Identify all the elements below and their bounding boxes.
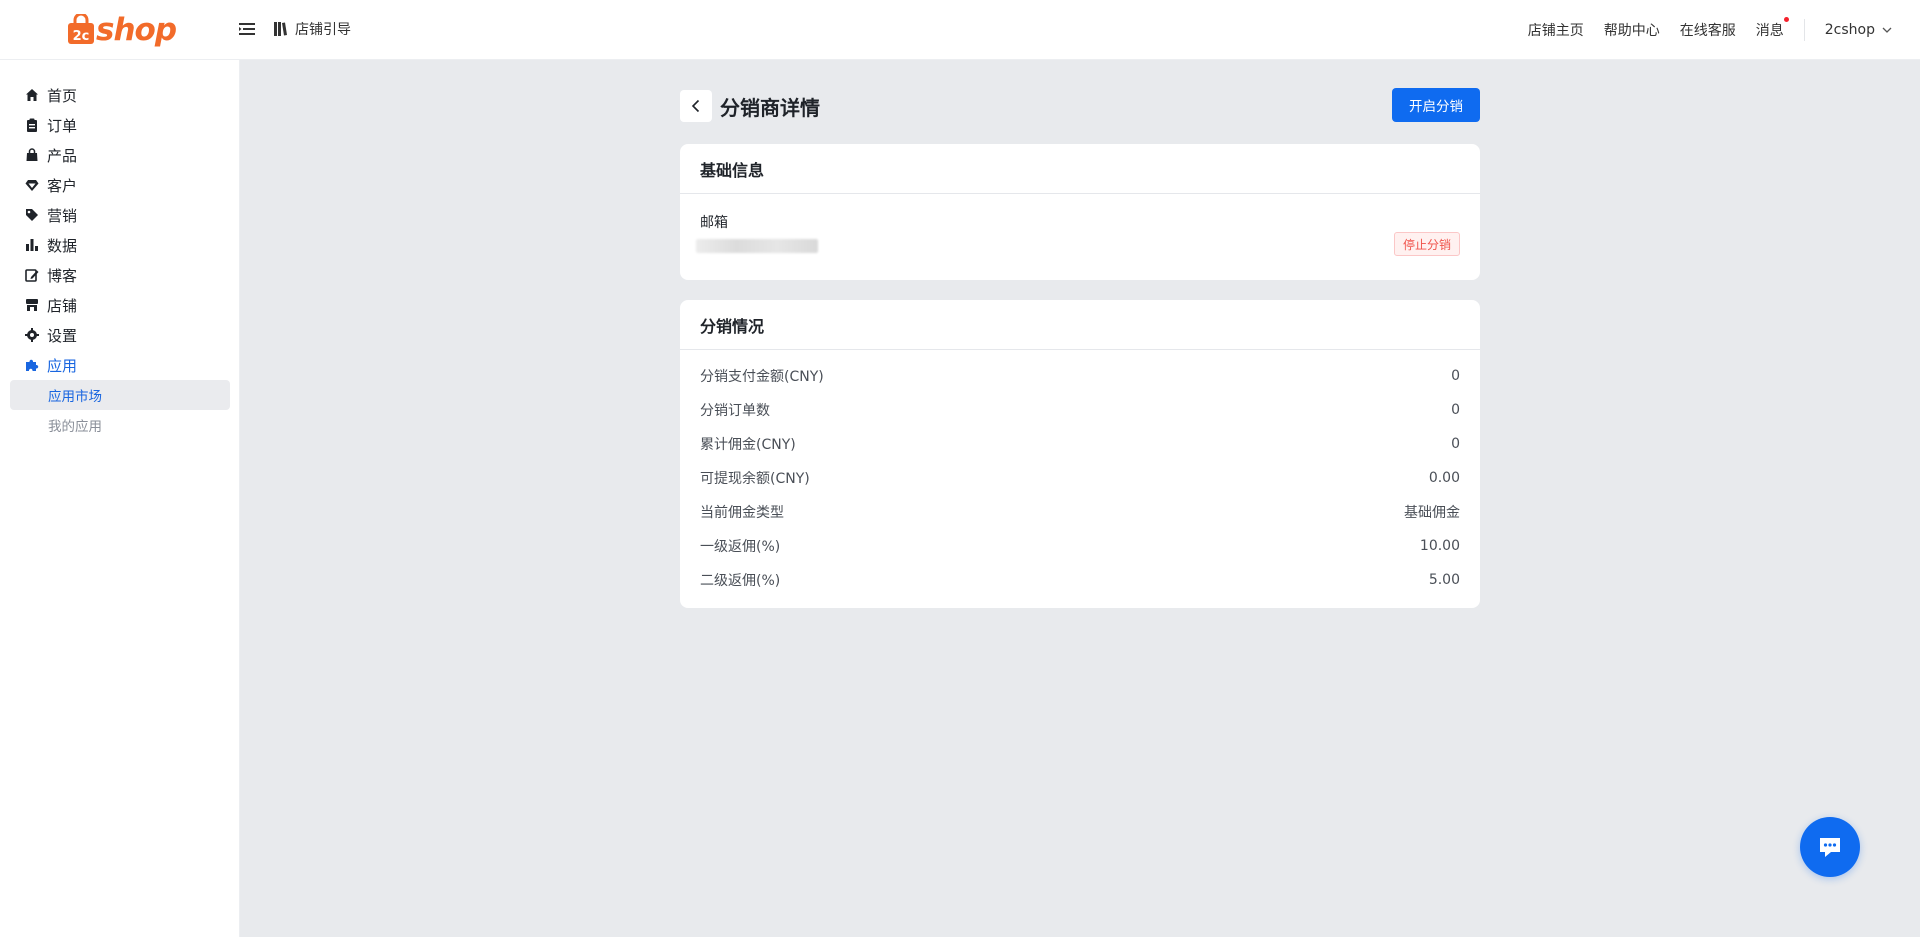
stat-value: 0.00 (1428, 470, 1460, 486)
book-icon (274, 22, 287, 36)
distribution-stats-card: 分销情况 分销支付金额(CNY) 0 分销订单数 0 累计佣金(CNY) 0 可… (680, 300, 1480, 608)
unread-dot (1783, 17, 1789, 22)
stat-label: 分销订单数 (700, 403, 770, 419)
page-title: 分销商详情 (720, 96, 820, 120)
logo-bag-icon: 2c (68, 14, 94, 44)
bag-icon (26, 148, 38, 161)
stat-row: 当前佣金类型 基础佣金 (700, 502, 1460, 522)
sidebar-item-label: 应用 (47, 356, 78, 375)
store-guide-label: 店铺引导 (295, 22, 351, 38)
stat-label: 二级返佣(%) (700, 573, 781, 589)
sidebar-item-label: 店铺 (47, 296, 78, 315)
chevron-left-icon (691, 99, 700, 113)
diamond-icon (25, 180, 39, 191)
stat-row: 分销订单数 0 (700, 400, 1460, 420)
sidebar-item-orders[interactable]: 订单 (10, 110, 230, 140)
sidebar-item-data[interactable]: 数据 (10, 230, 230, 260)
sidebar-item-label: 首页 (47, 86, 78, 105)
sidebar-item-home[interactable]: 首页 (10, 80, 230, 110)
email-label: 邮箱 (700, 215, 728, 231)
stat-value: 0 (1451, 368, 1460, 384)
stat-label: 可提现余额(CNY) (700, 471, 810, 487)
sidebar-item-store[interactable]: 店铺 (10, 290, 230, 320)
sidebar-item-marketing[interactable]: 营销 (10, 200, 230, 230)
clipboard-icon (27, 118, 37, 132)
sidebar-item-blog[interactable]: 博客 (10, 260, 230, 290)
home-icon (26, 89, 38, 101)
top-bar: 2c shop 店铺引导 店铺主页 帮助中心 在线客服 消息 2cshop (0, 0, 1920, 60)
sidebar-item-label: 订单 (47, 116, 78, 135)
divider (1803, 19, 1805, 41)
puzzle-icon (26, 359, 39, 371)
gear-icon (25, 328, 39, 342)
stat-value: 5.00 (1428, 572, 1460, 588)
stat-value: 0 (1451, 402, 1460, 418)
sidebar-subitem-my-apps[interactable]: 我的应用 (10, 410, 230, 440)
stat-label: 分销支付金额(CNY) (700, 369, 824, 385)
menu-toggle-icon[interactable] (238, 20, 256, 38)
messages-label: 消息 (1755, 23, 1784, 39)
stat-row: 分销支付金额(CNY) 0 (700, 366, 1460, 386)
sidebar-item-label: 客户 (47, 176, 78, 195)
sidebar-item-apps[interactable]: 应用 (10, 350, 230, 380)
online-support-link[interactable]: 在线客服 (1680, 20, 1736, 40)
stat-value: 0 (1451, 436, 1460, 452)
basic-info-card: 基础信息 邮箱 停止分销 (680, 144, 1480, 280)
stop-distribution-button[interactable]: 停止分销 (1393, 232, 1460, 256)
stat-row: 累计佣金(CNY) 0 (700, 434, 1460, 454)
sidebar-item-settings[interactable]: 设置 (10, 320, 230, 350)
stat-label: 一级返佣(%) (700, 539, 781, 555)
chevron-down-icon (1882, 27, 1892, 33)
svg-text:2c: 2c (73, 29, 90, 44)
chat-bubble-icon (1820, 838, 1840, 857)
stat-label: 累计佣金(CNY) (700, 437, 796, 453)
help-center-link[interactable]: 帮助中心 (1604, 20, 1660, 40)
user-name: 2cshop (1824, 22, 1875, 38)
chat-button[interactable] (1800, 817, 1860, 877)
distribution-stats-title: 分销情况 (680, 300, 1480, 350)
sidebar-item-label: 数据 (47, 236, 78, 255)
basic-info-title: 基础信息 (680, 144, 1480, 194)
back-button[interactable] (680, 90, 712, 122)
logo-text: shop (96, 12, 177, 48)
stat-row: 可提现余额(CNY) 0.00 (700, 468, 1460, 488)
sidebar-item-label: 博客 (47, 266, 78, 285)
stat-row: 一级返佣(%) 10.00 (700, 536, 1460, 556)
stat-value: 10.00 (1419, 538, 1460, 554)
edit-icon (25, 269, 39, 282)
messages-link[interactable]: 消息 (1755, 17, 1789, 40)
sidebar-subitem-app-market[interactable]: 应用市场 (10, 380, 230, 410)
top-nav: 店铺主页 帮助中心 在线客服 消息 2cshop (1528, 0, 1920, 60)
sidebar-item-customers[interactable]: 客户 (10, 170, 230, 200)
stat-value: 基础佣金 (1404, 505, 1460, 521)
page-header: 分销商详情 开启分销 (680, 88, 1480, 122)
stat-row: 二级返佣(%) 5.00 (700, 570, 1460, 590)
store-guide-link[interactable]: 店铺引导 (272, 18, 351, 40)
stat-label: 当前佣金类型 (700, 505, 784, 521)
bar-chart-icon (26, 239, 38, 251)
sidebar: 首页 订单 产品 客户 营销 数据 博客 店铺 设置 应用 应用市场 我的应用 (0, 60, 240, 937)
sidebar-item-label: 产品 (47, 146, 78, 165)
tag-icon (26, 209, 38, 221)
sidebar-item-label: 设置 (47, 326, 78, 345)
email-value-redacted (696, 239, 818, 253)
sidebar-item-products[interactable]: 产品 (10, 140, 230, 170)
main-content: 分销商详情 开启分销 基础信息 邮箱 停止分销 分销情况 分销支付金额(CNY)… (240, 60, 1920, 937)
logo[interactable]: 2c shop (66, 10, 177, 50)
user-menu[interactable]: 2cshop (1825, 22, 1893, 38)
sidebar-item-label: 营销 (47, 206, 78, 225)
store-icon (26, 299, 38, 311)
enable-distribution-button[interactable]: 开启分销 (1392, 88, 1480, 122)
store-home-link[interactable]: 店铺主页 (1528, 20, 1584, 40)
